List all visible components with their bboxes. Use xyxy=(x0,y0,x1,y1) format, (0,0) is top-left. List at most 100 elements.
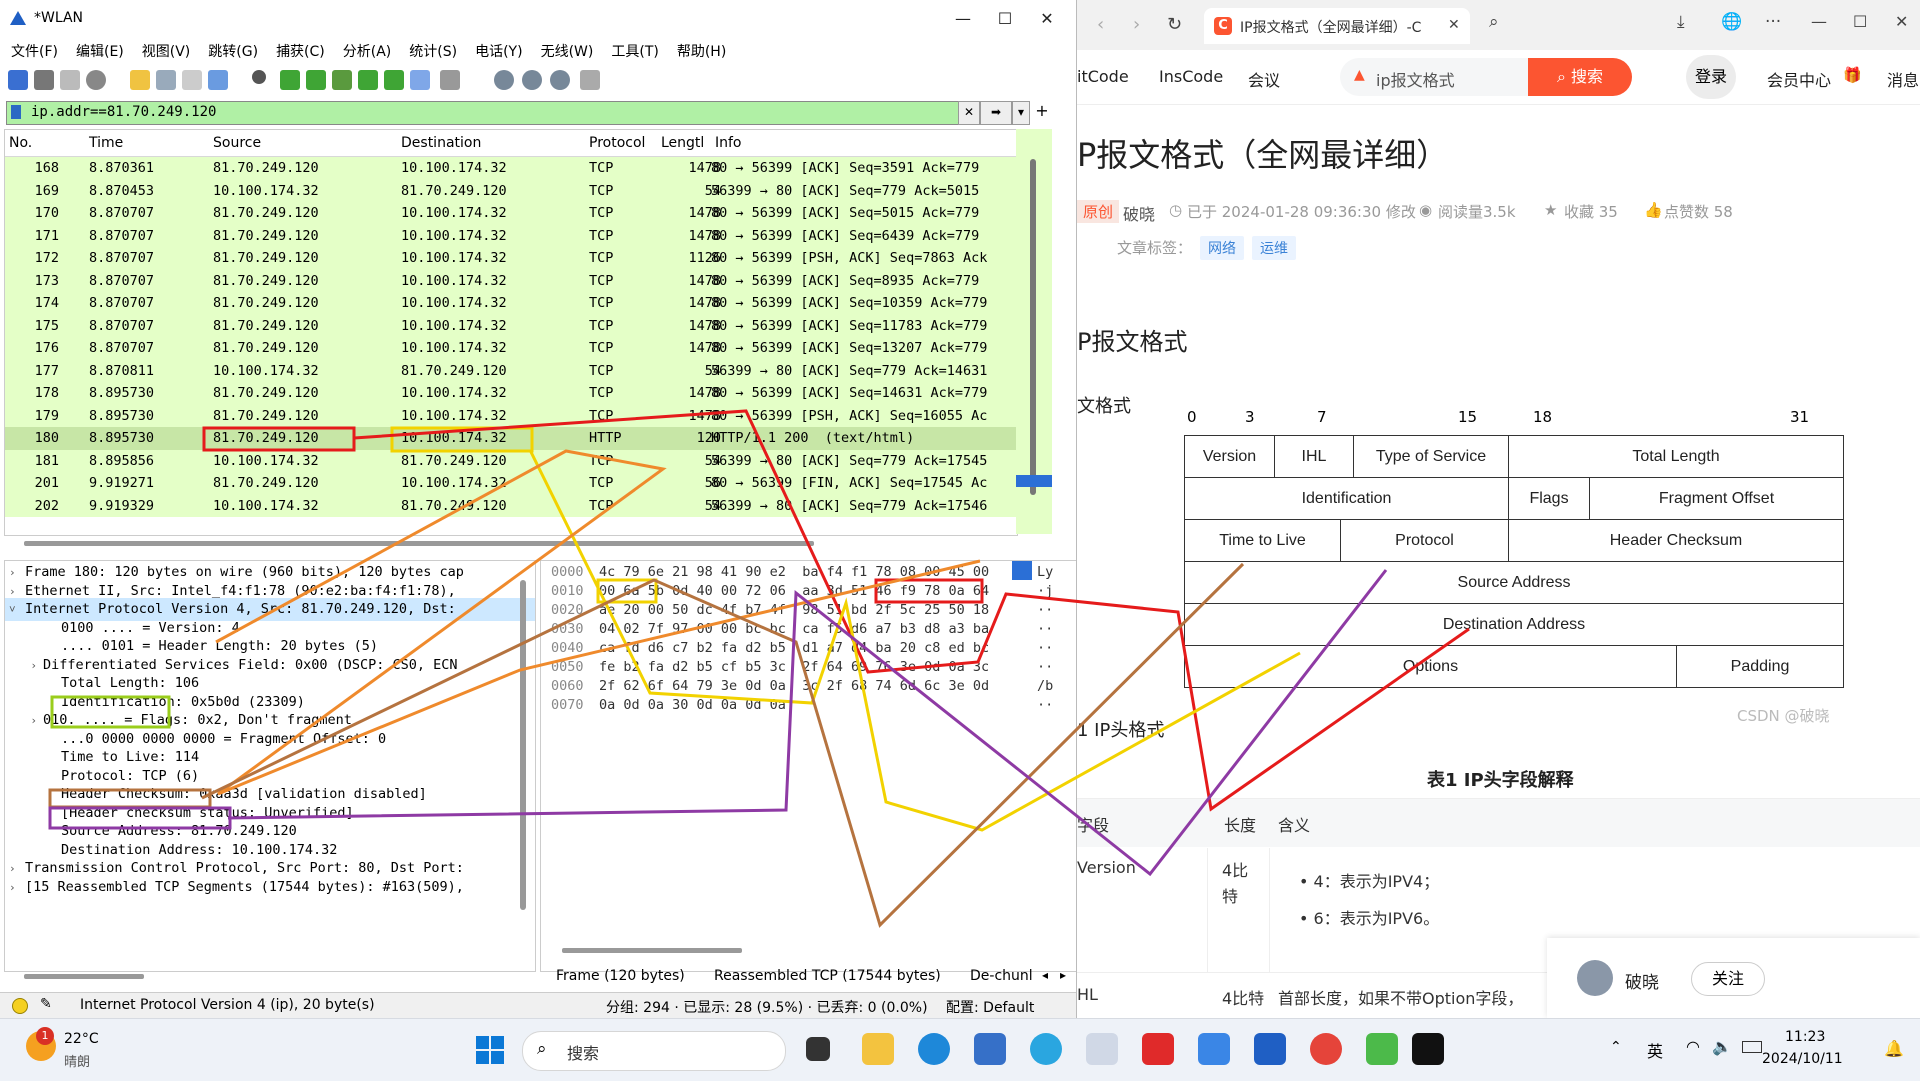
more-icon[interactable]: ··· xyxy=(1765,12,1781,32)
packet-row[interactable]: 172 8.870707 81.70.249.120 10.100.174.32 TCP… xyxy=(5,247,1017,270)
menu-capture[interactable]: 捕获(C) xyxy=(265,38,332,61)
expert-info-icon[interactable] xyxy=(12,998,28,1014)
translate-icon[interactable]: 🌐 xyxy=(1721,12,1742,32)
menu-wireless[interactable]: 无线(W) xyxy=(530,38,601,61)
menu-telephony[interactable]: 电话(Y) xyxy=(464,38,529,61)
status-profile[interactable]: 配置: Default xyxy=(946,997,1034,1017)
search-button[interactable]: ⌕ 搜索 xyxy=(1528,58,1632,96)
author-name[interactable]: 破晓 xyxy=(1123,201,1155,225)
packet-list-hscroll[interactable] xyxy=(24,541,814,546)
edit-comment-icon[interactable]: ✎ xyxy=(40,996,52,1012)
tab-scroll-left[interactable]: ◂ xyxy=(1042,968,1048,982)
clear-filter-button[interactable]: ✕ xyxy=(958,101,980,125)
col-destination[interactable]: Destination xyxy=(401,135,481,151)
nav-messages[interactable]: 消息 xyxy=(1887,67,1919,91)
like-count[interactable]: 点赞数 58 xyxy=(1664,201,1733,222)
tab-reassembled-tcp[interactable]: Reassembled TCP (17544 bytes) xyxy=(714,968,941,984)
menu-edit[interactable]: 编辑(E) xyxy=(65,38,131,61)
packet-row-selected[interactable]: 180 8.895730 81.70.249.120 10.100.174.32 HTT… xyxy=(5,427,1017,450)
battery-icon[interactable] xyxy=(1742,1041,1762,1053)
nav-vip[interactable]: 会员中心 xyxy=(1767,67,1831,91)
details-scrollbar[interactable] xyxy=(520,580,526,910)
packet-row[interactable]: 169 8.870453 10.100.174.32 81.70.249.120 TCP… xyxy=(5,179,1017,202)
downloads-icon[interactable]: ⤓ xyxy=(1677,12,1685,32)
avatar[interactable] xyxy=(1577,960,1613,996)
minimize-icon[interactable]: — xyxy=(1811,12,1827,31)
apply-filter-button[interactable]: ➡ xyxy=(980,101,1012,125)
zoom-in-icon[interactable] xyxy=(494,70,514,90)
close-file-icon[interactable] xyxy=(182,70,202,90)
hex-row[interactable]: 0050 fe b2 fa d2 b5 cf b5 3c 2f 64 69 76 … xyxy=(551,658,1053,677)
ie-icon[interactable] xyxy=(1030,1033,1062,1065)
go-back-icon[interactable] xyxy=(280,70,300,90)
thumb-icon[interactable]: 👍 xyxy=(1644,201,1663,219)
open-file-icon[interactable] xyxy=(130,70,150,90)
volume-icon[interactable]: 🔈 xyxy=(1712,1037,1732,1056)
wireshark-taskbar-icon[interactable] xyxy=(1254,1033,1286,1065)
bookmark-icon[interactable] xyxy=(11,105,21,119)
restart-capture-icon[interactable] xyxy=(60,70,80,90)
login-button[interactable]: 登录 xyxy=(1686,55,1736,99)
packet-row[interactable]: 181 8.895856 10.100.174.32 81.70.249.120 TCP… xyxy=(5,449,1017,472)
packet-row[interactable]: 179 8.895730 81.70.249.120 10.100.174.32 TCP… xyxy=(5,404,1017,427)
close-icon[interactable]: ✕ xyxy=(1895,12,1908,31)
col-info[interactable]: Info xyxy=(715,135,742,151)
edge-icon[interactable] xyxy=(918,1033,950,1065)
packet-row[interactable]: 175 8.870707 81.70.249.120 10.100.174.32 TCP… xyxy=(5,314,1017,337)
menu-view[interactable]: 视图(V) xyxy=(131,38,198,61)
resize-columns-icon[interactable] xyxy=(580,70,600,90)
detail-row[interactable]: › [15 Reassembled TCP Segments (17544 byt… xyxy=(5,876,535,899)
packet-row[interactable]: 201 9.919271 81.70.249.120 10.100.174.32 TCP… xyxy=(5,472,1017,495)
col-length[interactable]: Lengtl xyxy=(661,135,704,151)
tab-dechunked[interactable]: De-chunl xyxy=(970,968,1033,984)
back-icon[interactable]: ‹ xyxy=(1097,14,1104,35)
hex-row[interactable]: 0070 0a 0d 0a 30 0d 0a 0d 0a ·· xyxy=(551,696,1053,715)
bytes-hscroll[interactable] xyxy=(562,948,742,953)
col-no[interactable]: No. xyxy=(9,135,32,151)
tag-ops[interactable]: 运维 xyxy=(1252,236,1297,260)
hex-row[interactable]: 0010 00 6a 5b 0d 40 00 72 06 aa 3d 51 46 … xyxy=(551,582,1053,601)
menu-statistics[interactable]: 统计(S) xyxy=(398,38,464,61)
forward-icon[interactable]: › xyxy=(1133,14,1140,35)
packet-row[interactable]: 170 8.870707 81.70.249.120 10.100.174.32 TCP… xyxy=(5,202,1017,225)
tray-chevron-icon[interactable]: ⌃ xyxy=(1610,1039,1622,1055)
file-explorer-icon[interactable] xyxy=(862,1033,894,1065)
follow-button[interactable]: 关注 xyxy=(1691,962,1765,996)
expand-arrow-icon[interactable]: › xyxy=(5,877,19,900)
favorite-count[interactable]: 收藏 35 xyxy=(1564,201,1618,222)
autoscroll-icon[interactable] xyxy=(410,70,430,90)
packet-row[interactable]: 173 8.870707 81.70.249.120 10.100.174.32 TCP… xyxy=(5,269,1017,292)
start-icon[interactable] xyxy=(475,1035,505,1065)
nav-gitcode[interactable]: itCode xyxy=(1077,67,1129,86)
tab-close-icon[interactable]: ✕ xyxy=(1448,17,1460,33)
maximize-button[interactable]: ☐ xyxy=(982,8,1028,30)
col-source[interactable]: Source xyxy=(213,135,261,151)
clock-time[interactable]: 11:23 xyxy=(1785,1029,1825,1045)
zoom-reset-icon[interactable] xyxy=(550,70,570,90)
menu-go[interactable]: 跳转(G) xyxy=(197,38,265,61)
ime-indicator[interactable]: 英 xyxy=(1647,1038,1663,1062)
menu-help[interactable]: 帮助(H) xyxy=(666,38,733,61)
packet-row[interactable]: 174 8.870707 81.70.249.120 10.100.174.32 TCP… xyxy=(5,292,1017,315)
go-to-packet-icon[interactable] xyxy=(332,70,352,90)
star-icon[interactable]: ★ xyxy=(1544,201,1557,219)
wps-icon[interactable] xyxy=(1142,1033,1174,1065)
tab-csdn-article[interactable]: C IP报文格式（全网最详细）-C ✕ xyxy=(1204,8,1470,44)
scroll-thumb[interactable] xyxy=(1030,159,1036,495)
search-tabs-icon[interactable]: ⌕ xyxy=(1489,12,1499,32)
col-time[interactable]: Time xyxy=(89,135,123,151)
weather-temp[interactable]: 22°C xyxy=(64,1031,99,1047)
col-protocol[interactable]: Protocol xyxy=(589,135,645,151)
menu-file[interactable]: 文件(F) xyxy=(0,38,65,61)
zoom-out-icon[interactable] xyxy=(522,70,542,90)
task-view-icon[interactable] xyxy=(806,1037,830,1061)
hex-row[interactable]: 0000 4c 79 6e 21 98 41 90 e2 ba f4 f1 78 … xyxy=(551,563,1053,582)
find-packet-icon[interactable] xyxy=(252,70,266,84)
clock-date[interactable]: 2024/10/11 xyxy=(1762,1051,1843,1067)
maximize-icon[interactable]: ☐ xyxy=(1853,12,1867,31)
wifi-icon[interactable]: ◠ xyxy=(1686,1037,1700,1056)
packet-row[interactable]: 168 8.870361 81.70.249.120 10.100.174.32 TCP… xyxy=(5,157,1017,180)
add-filter-button[interactable]: + xyxy=(1034,101,1050,123)
minimize-button[interactable]: — xyxy=(940,8,986,30)
nav-meeting[interactable]: 会议 xyxy=(1248,67,1280,91)
